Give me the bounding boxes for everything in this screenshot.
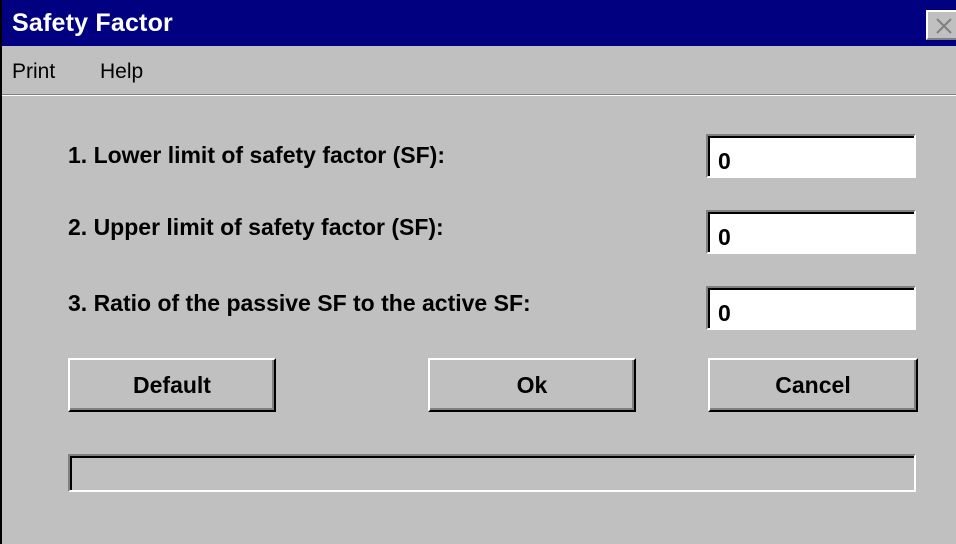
upper-limit-label: 2. Upper limit of safety factor (SF): (68, 214, 444, 240)
menu-bar: Print Help (2, 46, 956, 94)
lower-limit-label: 1. Lower limit of safety factor (SF): (68, 142, 445, 168)
window-title: Safety Factor (12, 9, 173, 37)
title-bar: Safety Factor (2, 0, 956, 46)
default-button[interactable]: Default (68, 358, 276, 412)
menu-separator (2, 94, 956, 96)
close-button[interactable] (926, 10, 956, 40)
status-bar (68, 454, 916, 492)
ratio-input[interactable] (706, 286, 916, 330)
ok-button[interactable]: Ok (428, 358, 636, 412)
close-icon (936, 18, 952, 34)
upper-limit-input[interactable] (706, 210, 916, 254)
menu-help[interactable]: Help (100, 60, 143, 84)
cancel-button[interactable]: Cancel (708, 358, 918, 412)
safety-factor-window: Safety Factor Print Help 1. Lower limit … (0, 0, 956, 544)
ratio-label: 3. Ratio of the passive SF to the active… (68, 290, 531, 316)
lower-limit-input[interactable] (706, 134, 916, 178)
menu-print[interactable]: Print (12, 60, 55, 84)
